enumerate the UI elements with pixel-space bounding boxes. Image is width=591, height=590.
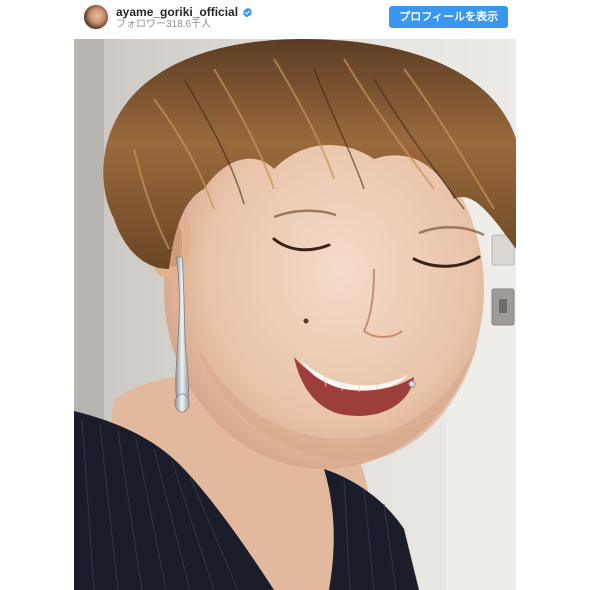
view-profile-button[interactable]: プロフィールを表示 — [389, 6, 508, 28]
instagram-embed: ayame_goriki_official フォロワー318.6千人 プロフィー… — [0, 0, 591, 590]
verified-badge-icon — [243, 7, 252, 17]
post-header: ayame_goriki_official フォロワー318.6千人 プロフィー… — [74, 0, 516, 38]
username-link[interactable]: ayame_goriki_official — [116, 4, 238, 20]
post-photo[interactable] — [74, 39, 516, 590]
follower-count: フォロワー318.6千人 — [116, 19, 212, 30]
avatar[interactable] — [84, 5, 108, 29]
username-row: ayame_goriki_official — [116, 4, 253, 20]
portrait-photo — [74, 39, 516, 590]
